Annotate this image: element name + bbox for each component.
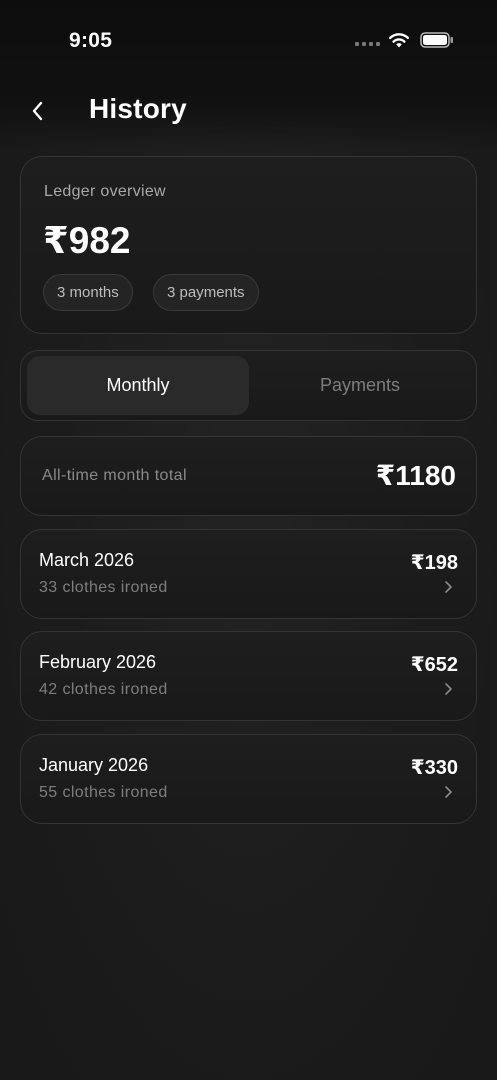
status-bar: 9:05 [0,0,497,80]
month-amount: ₹198 [410,552,458,574]
wifi-icon [389,33,409,48]
month-name: February 2026 [39,652,157,672]
month-row-march[interactable]: March 2026 33 clothes ironed ₹198 [20,529,477,619]
month-row-february[interactable]: February 2026 42 clothes ironed ₹652 [20,631,477,721]
status-time: 9:05 [69,29,113,52]
battery-icon [420,32,453,48]
page-title: History [89,93,187,124]
month-subtitle: 33 clothes ironed [39,579,168,596]
month-name: March 2026 [39,550,135,570]
payments-chip: 3 payments [153,274,259,311]
chevron-right-icon [445,683,452,695]
ledger-overview-card: Ledger overview ₹982 3 months 3 payments [20,156,477,334]
overview-label: Ledger overview [44,183,166,200]
total-amount: ₹1180 [375,460,456,491]
month-subtitle: 42 clothes ironed [39,681,168,698]
month-name: January 2026 [39,755,149,775]
total-label: All-time month total [42,467,187,484]
signal-icon [355,42,381,48]
month-subtitle: 55 clothes ironed [39,784,168,801]
month-amount: ₹330 [410,757,458,779]
month-amount: ₹652 [410,654,458,676]
tab-payments[interactable]: Payments [249,356,471,415]
back-button[interactable] [22,96,52,126]
chevron-right-icon [445,786,452,798]
back-icon [32,101,43,121]
all-time-total-card: All-time month total ₹1180 [20,436,477,516]
tab-monthly[interactable]: Monthly [27,356,249,415]
chevron-right-icon [445,581,452,593]
history-screen: 9:05 History Ledger overview ₹982 3 mont… [0,0,497,1080]
month-row-january[interactable]: January 2026 55 clothes ironed ₹330 [20,734,477,824]
view-tabs: Monthly Payments [20,350,477,421]
months-chip: 3 months [43,274,133,311]
overview-amount: ₹982 [43,220,131,261]
